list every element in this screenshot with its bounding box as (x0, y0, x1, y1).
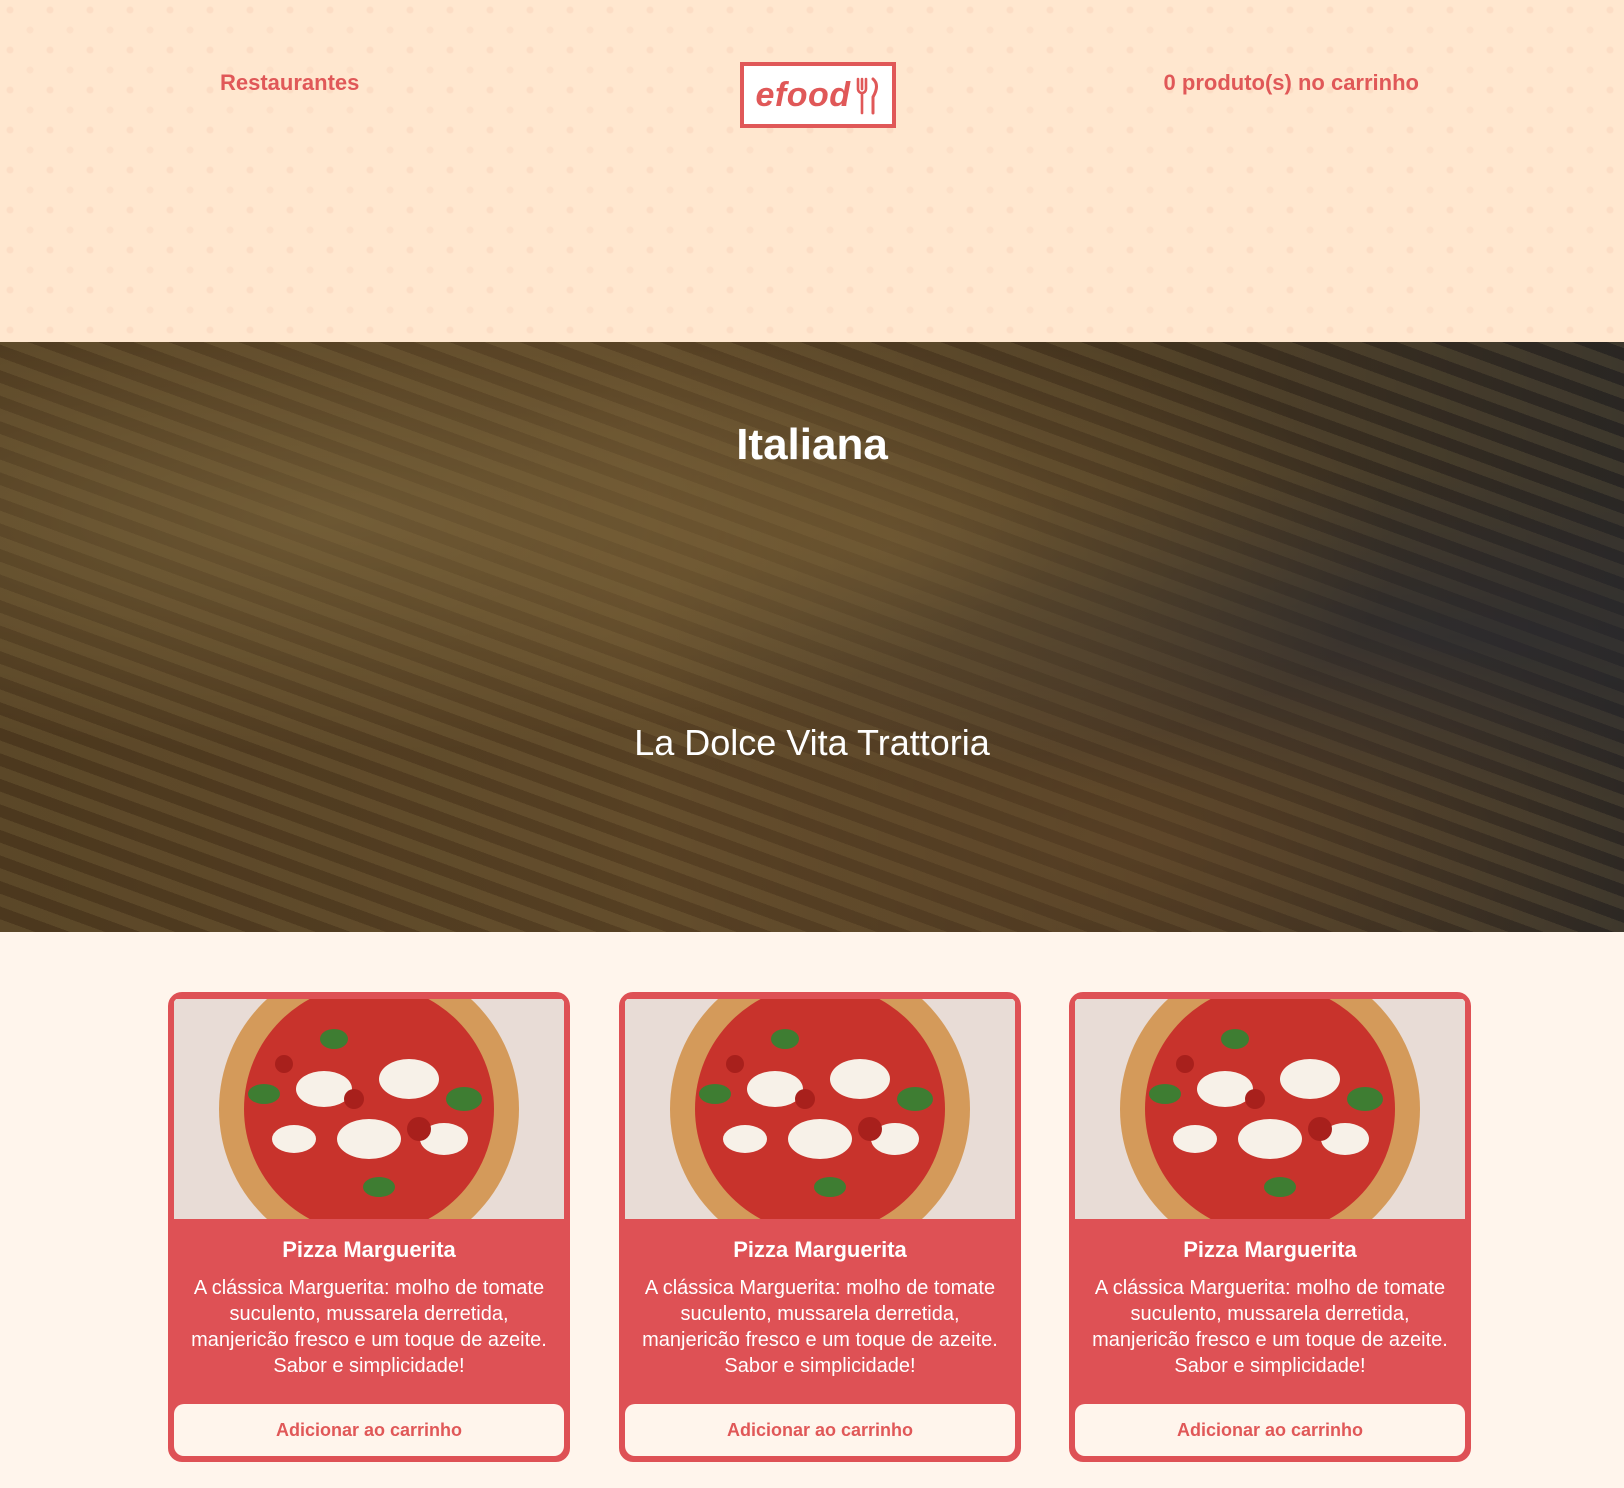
product-description: A clássica Marguerita: molho de tomate s… (642, 1277, 998, 1377)
cart-status-link[interactable]: 0 produto(s) no carrinho (1164, 70, 1419, 96)
product-card: Pizza Marguerita A clássica Marguerita: … (168, 992, 570, 1462)
add-to-cart-button[interactable]: Adicionar ao carrinho (1075, 1404, 1465, 1456)
site-header: Restaurantes efood 0 produto(s) no carri… (0, 0, 1624, 342)
add-to-cart-button[interactable]: Adicionar ao carrinho (174, 1404, 564, 1456)
pizza-image (174, 999, 564, 1219)
restaurant-hero-banner: Italiana La Dolce Vita Trattoria (0, 342, 1624, 932)
product-title: Pizza Marguerita (733, 1237, 907, 1262)
product-card: Pizza Marguerita A clássica Marguerita: … (619, 992, 1021, 1462)
product-description: A clássica Marguerita: molho de tomate s… (191, 1277, 547, 1377)
product-title: Pizza Marguerita (1183, 1237, 1357, 1262)
nav-restaurants-link[interactable]: Restaurantes (220, 70, 359, 96)
pizza-image (625, 999, 1015, 1219)
logo-text: efood (755, 75, 851, 114)
product-list: Pizza Marguerita A clássica Marguerita: … (168, 992, 1471, 1462)
add-to-cart-button[interactable]: Adicionar ao carrinho (625, 1404, 1015, 1456)
product-title: Pizza Marguerita (282, 1237, 456, 1262)
efood-logo[interactable]: efood (740, 62, 896, 128)
restaurant-name: La Dolce Vita Trattoria (634, 722, 990, 763)
product-description: A clássica Marguerita: molho de tomate s… (1092, 1277, 1448, 1377)
product-card: Pizza Marguerita A clássica Marguerita: … (1069, 992, 1471, 1462)
pizza-image (1075, 999, 1465, 1219)
fork-knife-icon (856, 77, 878, 115)
restaurant-category: Italiana (736, 420, 888, 469)
